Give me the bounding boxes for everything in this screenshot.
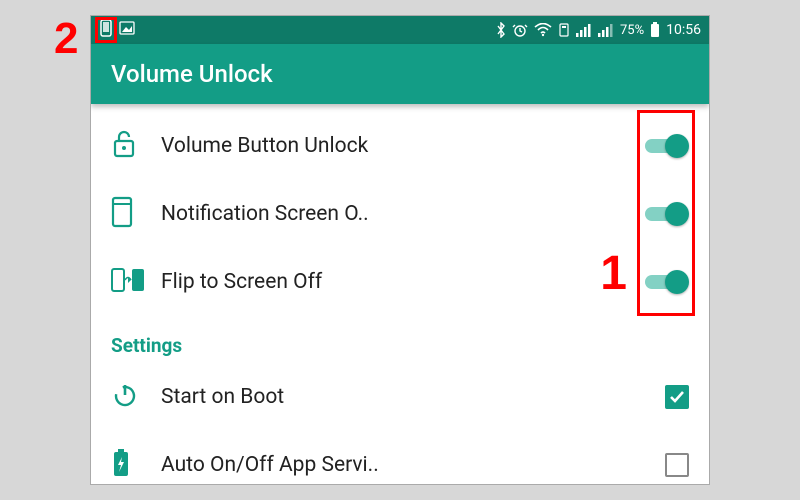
wifi-icon bbox=[534, 23, 552, 37]
power-icon bbox=[111, 381, 139, 413]
bluetooth-icon bbox=[496, 22, 506, 38]
app-title: Volume Unlock bbox=[111, 60, 273, 88]
row-label: Auto On/Off App Servi.. bbox=[161, 453, 629, 477]
row-label: Volume Button Unlock bbox=[161, 134, 629, 158]
notification-image-icon bbox=[119, 21, 135, 39]
toggle-notification-screen-on[interactable] bbox=[645, 201, 689, 227]
row-label: Start on Boot bbox=[161, 385, 629, 409]
battery-icon bbox=[650, 22, 660, 38]
row-flip-to-screen-off[interactable]: Flip to Screen Off bbox=[91, 248, 709, 316]
row-notification-screen-on[interactable]: Notification Screen O.. bbox=[91, 180, 709, 248]
checkbox-start-on-boot[interactable] bbox=[665, 385, 689, 409]
battery-pct-text: 75% bbox=[620, 23, 644, 38]
annotation-number-2: 2 bbox=[54, 14, 78, 64]
battery-icon bbox=[111, 448, 131, 482]
signal-icon-2 bbox=[598, 23, 614, 37]
row-volume-button-unlock[interactable]: Volume Button Unlock bbox=[91, 112, 709, 180]
data-icon bbox=[558, 23, 570, 37]
status-bar: 75% 10:56 bbox=[91, 16, 709, 44]
app-bar: Volume Unlock bbox=[91, 44, 709, 104]
phone-screen: 75% 10:56 Volume Unlock Volume Button Un… bbox=[90, 15, 710, 485]
alarm-icon bbox=[512, 22, 528, 38]
clock-text: 10:56 bbox=[666, 22, 701, 38]
screen-icon bbox=[111, 196, 133, 232]
unlock-icon bbox=[111, 129, 137, 163]
flip-icon bbox=[111, 265, 145, 299]
checkbox-auto-on-off-service[interactable] bbox=[665, 453, 689, 477]
notification-phone-icon bbox=[99, 19, 113, 41]
row-auto-on-off-service[interactable]: Auto On/Off App Servi.. bbox=[91, 431, 709, 485]
section-header-settings: Settings bbox=[91, 316, 709, 363]
toggle-flip-to-screen-off[interactable] bbox=[645, 269, 689, 295]
row-label: Flip to Screen Off bbox=[161, 270, 629, 294]
status-icons-right: 75% 10:56 bbox=[496, 22, 701, 38]
toggle-volume-button-unlock[interactable] bbox=[645, 133, 689, 159]
signal-icon bbox=[576, 23, 592, 37]
row-start-on-boot[interactable]: Start on Boot bbox=[91, 363, 709, 431]
settings-list: Volume Button Unlock Notification Screen… bbox=[91, 104, 709, 485]
row-label: Notification Screen O.. bbox=[161, 202, 629, 226]
